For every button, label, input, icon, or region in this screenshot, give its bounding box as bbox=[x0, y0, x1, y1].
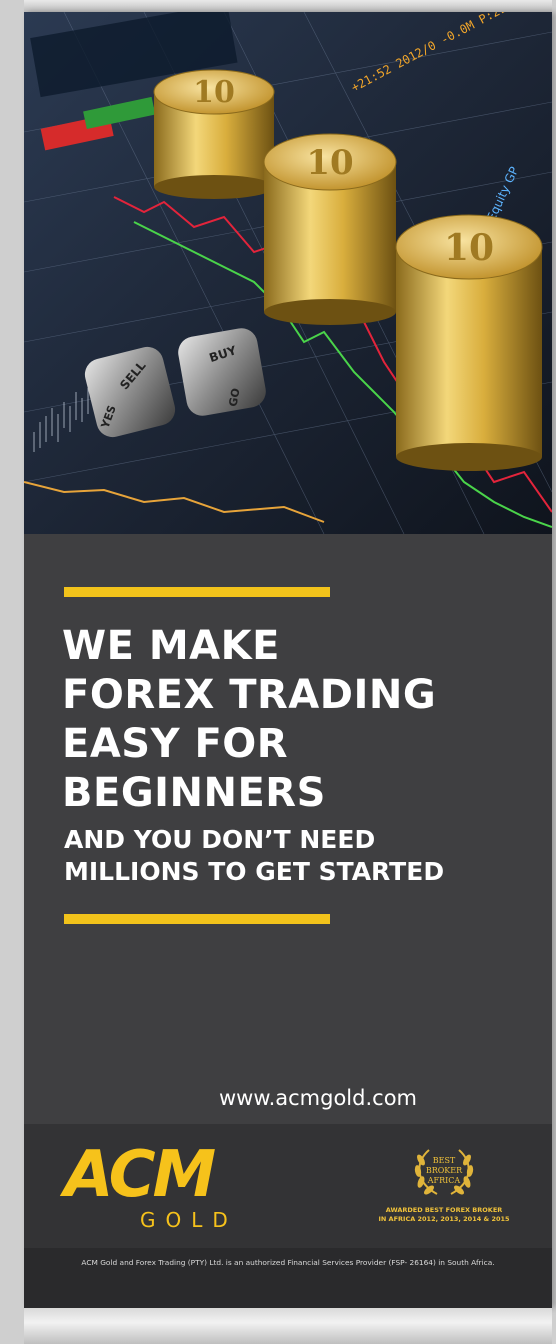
headline: WE MAKE FOREX TRADING EASY FOR BEGINNERS bbox=[62, 622, 522, 818]
acm-gold-logo: ACM GOLD bbox=[64, 1140, 244, 1240]
banner-stand-base bbox=[24, 1308, 552, 1344]
coin-stack-right: 10 bbox=[395, 214, 543, 471]
coin-stack-left: 10 bbox=[153, 69, 275, 199]
headline-line: WE MAKE bbox=[62, 623, 280, 669]
logo-band: ACM GOLD BEST BROKER AFRICA AWARDED BEST… bbox=[24, 1124, 552, 1248]
trading-chart-illustration: +21:52 2012/0 -0.0M P:21 Equity GP 10 10… bbox=[24, 12, 552, 534]
accent-rule-bottom bbox=[64, 914, 330, 924]
svg-text:10: 10 bbox=[444, 227, 494, 269]
svg-text:10: 10 bbox=[306, 143, 353, 183]
legal-band: ACM Gold and Forex Trading (PTY) Ltd. is… bbox=[24, 1248, 552, 1308]
logo-subtitle: GOLD bbox=[140, 1208, 238, 1232]
headline-line: FOREX TRADING bbox=[62, 672, 437, 718]
website-url: www.acmgold.com bbox=[218, 1086, 417, 1110]
dice-buy: BUY GO bbox=[178, 328, 266, 416]
coin-stack-middle: 10 bbox=[263, 133, 397, 325]
logo-brand: ACM bbox=[64, 1138, 216, 1212]
headline-line: BEGINNERS bbox=[62, 770, 326, 816]
subheadline: AND YOU DON’T NEED MILLIONS TO GET START… bbox=[64, 824, 524, 888]
svg-text:10: 10 bbox=[193, 75, 235, 110]
accent-rule-top bbox=[64, 587, 330, 597]
rollup-banner: +21:52 2012/0 -0.0M P:21 Equity GP 10 10… bbox=[24, 12, 552, 1308]
award-caption: AWARDED BEST FOREX BROKER IN AFRICA 2012… bbox=[378, 1206, 510, 1223]
award-badge: BEST BROKER AFRICA AWARDED BEST FOREX BR… bbox=[374, 1144, 514, 1234]
forex-photo: +21:52 2012/0 -0.0M P:21 Equity GP 10 10… bbox=[24, 12, 552, 534]
subheadline-line: AND YOU DON’T NEED bbox=[64, 825, 376, 854]
headline-line: EASY FOR bbox=[62, 721, 289, 767]
banner-stand-top bbox=[24, 0, 552, 12]
subheadline-line: MILLIONS TO GET STARTED bbox=[64, 857, 445, 886]
legal-disclaimer: ACM Gold and Forex Trading (PTY) Ltd. is… bbox=[81, 1258, 495, 1267]
award-title: BEST BROKER AFRICA bbox=[425, 1156, 463, 1185]
